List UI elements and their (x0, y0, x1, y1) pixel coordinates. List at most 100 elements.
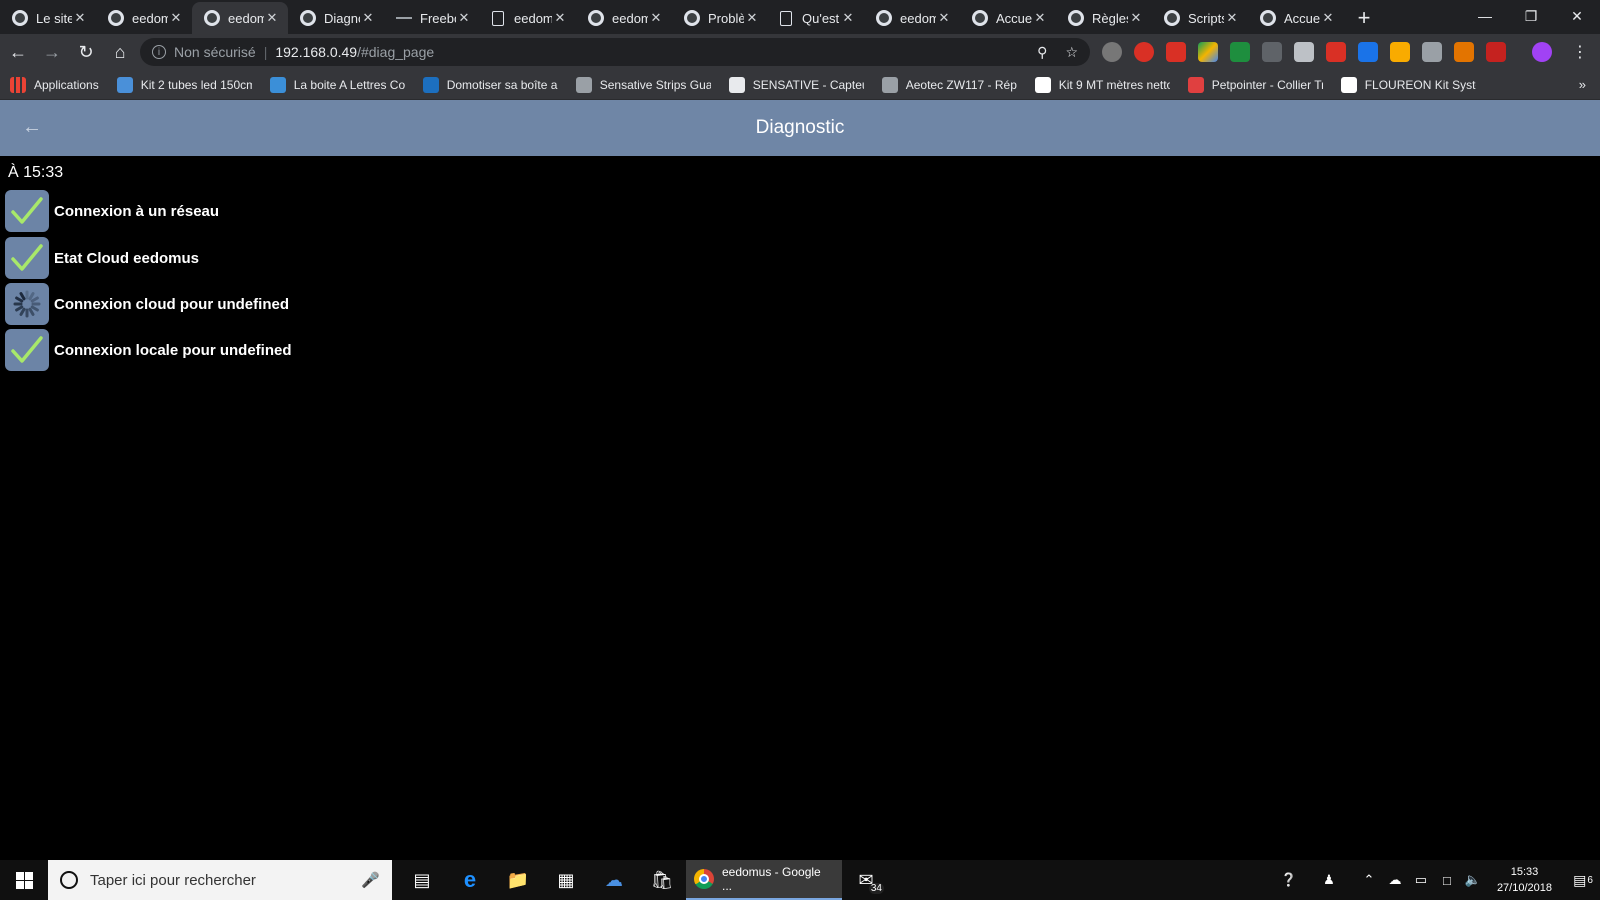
notification-icon[interactable]: ▤ 6 (1566, 872, 1600, 889)
close-tab-icon[interactable]: ✕ (744, 10, 760, 26)
extension-icon[interactable] (1102, 42, 1122, 62)
menu-icon[interactable]: ⋮ (1572, 42, 1588, 62)
restore-button[interactable]: ❐ (1508, 0, 1554, 32)
bookmark-item[interactable]: Petpointer - Collier Tr (1187, 76, 1323, 93)
onedrive-icon[interactable]: ☁ (1383, 872, 1407, 888)
bookmark-item[interactable]: Domotiser sa boîte au (422, 76, 558, 93)
tab[interactable]: Règles✕ (1056, 2, 1152, 34)
taskbar-app-chrome[interactable]: eedomus - Google ... (686, 860, 842, 900)
back-icon[interactable]: ← (2, 36, 34, 68)
extension-icon[interactable] (1422, 42, 1442, 62)
adblock-icon[interactable] (1166, 42, 1186, 62)
tab[interactable]: eedomus✕ (96, 2, 192, 34)
tab[interactable]: eedomus✕ (192, 2, 288, 34)
bookmark-item[interactable]: Kit 9 MT mètres netto (1034, 76, 1170, 93)
address-bar[interactable]: i Non sécurisé | 192.168.0.49/#diag_page… (140, 38, 1090, 66)
tab-title: Règles (1092, 10, 1128, 26)
tab[interactable]: Accueil✕ (1248, 2, 1344, 34)
windows-start-icon[interactable] (0, 860, 48, 900)
key-icon[interactable]: ⚲ (1037, 44, 1047, 61)
tab[interactable]: Le site ✕ (0, 2, 96, 34)
mail-icon[interactable]: ✉ 34 (842, 860, 890, 900)
extension-icon[interactable] (1486, 42, 1506, 62)
calculator-icon[interactable]: ▦ (542, 860, 590, 900)
reload-icon[interactable]: ↻ (70, 36, 102, 68)
tab[interactable]: Diagnostic✕ (288, 2, 384, 34)
close-tab-icon[interactable]: ✕ (1128, 10, 1144, 26)
close-tab-icon[interactable]: ✕ (648, 10, 664, 26)
extension-icon[interactable] (1326, 42, 1346, 62)
taskbar-search[interactable]: Taper ici pour rechercher 🎤 (48, 860, 392, 900)
eedomus-icon (1068, 10, 1084, 26)
network-icon[interactable]: □ (1435, 873, 1459, 888)
extension-icon[interactable] (1134, 42, 1154, 62)
extension-icon[interactable] (1262, 42, 1282, 62)
close-tab-icon[interactable]: ✕ (72, 10, 88, 26)
bookmark-favicon-icon (1340, 76, 1357, 93)
home-icon[interactable]: ⌂ (104, 36, 136, 68)
bookmarks-bar: Applications Kit 2 tubes led 150cm La boit… (0, 70, 1600, 100)
close-tab-icon[interactable]: ✕ (552, 10, 568, 26)
bookmark-item[interactable]: Sensative Strips Guard (575, 76, 711, 93)
close-tab-icon[interactable]: ✕ (840, 10, 856, 26)
close-window-button[interactable]: ✕ (1554, 0, 1600, 32)
new-tab-button[interactable]: + (1348, 2, 1380, 34)
more-bookmarks-icon[interactable]: » (1579, 77, 1586, 92)
apps-shortcut[interactable]: Applications (10, 76, 99, 93)
bookmark-label: Kit 2 tubes led 150cm (140, 77, 252, 92)
bookmark-label: La boite A Lettres Con (293, 77, 405, 92)
volume-mute-icon[interactable]: 🔈 (1461, 872, 1485, 888)
minimize-button[interactable]: — (1462, 0, 1508, 32)
tab[interactable]: Qu'est ✕ (768, 2, 864, 34)
tab[interactable]: eedomus✕ (576, 2, 672, 34)
bookmark-item[interactable]: Kit 2 tubes led 150cm (116, 76, 252, 93)
checkmark-icon (5, 329, 49, 371)
file-explorer-icon[interactable]: 📁 (494, 860, 542, 900)
close-tab-icon[interactable]: ✕ (1032, 10, 1048, 26)
document-icon (492, 10, 504, 26)
star-icon[interactable]: ☆ (1065, 44, 1078, 61)
store-icon[interactable]: 🛍 (638, 860, 686, 900)
tab-title: eedomus (228, 10, 264, 26)
tab[interactable]: eedomus✕ (864, 2, 960, 34)
bookmark-item[interactable]: SENSATIVE - Capteur (728, 76, 864, 93)
tab[interactable]: Scripts ✕ (1152, 2, 1248, 34)
microphone-icon[interactable]: 🎤 (361, 871, 380, 889)
extension-icon[interactable] (1294, 42, 1314, 62)
bookmark-item[interactable]: La boite A Lettres Con (269, 76, 405, 93)
chevron-up-icon[interactable]: ⌃ (1357, 872, 1381, 888)
bookmark-item[interactable]: FLOUREON Kit Systèm (1340, 76, 1476, 93)
tab[interactable]: Freebox✕ (384, 2, 480, 34)
battery-icon[interactable]: ▭ (1409, 872, 1433, 888)
close-tab-icon[interactable]: ✕ (264, 10, 280, 26)
eedomus-icon (876, 10, 892, 26)
info-icon[interactable]: i (152, 45, 166, 59)
diag-item-label: Etat Cloud eedomus (54, 249, 200, 267)
tab[interactable]: Accueil✕ (960, 2, 1056, 34)
eedomus-icon (1164, 10, 1180, 26)
tab[interactable]: eedomus✕ (480, 2, 576, 34)
task-view-icon[interactable]: ▤ (398, 860, 446, 900)
close-tab-icon[interactable]: ✕ (936, 10, 952, 26)
tab[interactable]: Problème✕ (672, 2, 768, 34)
people-icon[interactable]: ♟ (1317, 872, 1341, 888)
forward-icon[interactable]: → (36, 36, 68, 68)
extension-icon[interactable] (1454, 42, 1474, 62)
close-tab-icon[interactable]: ✕ (456, 10, 472, 26)
extension-icon[interactable] (1230, 42, 1250, 62)
profile-icon[interactable] (1532, 42, 1552, 62)
close-tab-icon[interactable]: ✕ (360, 10, 376, 26)
back-arrow-icon[interactable]: ← (22, 116, 42, 139)
help-icon[interactable]: ❔ (1277, 872, 1301, 888)
close-tab-icon[interactable]: ✕ (1320, 10, 1336, 26)
extension-icon[interactable] (1390, 42, 1410, 62)
cloud-app-icon[interactable]: ☁ (590, 860, 638, 900)
edge-icon[interactable]: e (446, 860, 494, 900)
drive-icon[interactable] (1198, 42, 1218, 62)
bookmark-item[interactable]: Aeotec ZW117 - Répé (881, 76, 1017, 93)
cortana-icon (60, 871, 78, 889)
extension-icon[interactable] (1358, 42, 1378, 62)
close-tab-icon[interactable]: ✕ (1224, 10, 1240, 26)
clock[interactable]: 15:33 27/10/2018 (1497, 864, 1552, 896)
close-tab-icon[interactable]: ✕ (168, 10, 184, 26)
